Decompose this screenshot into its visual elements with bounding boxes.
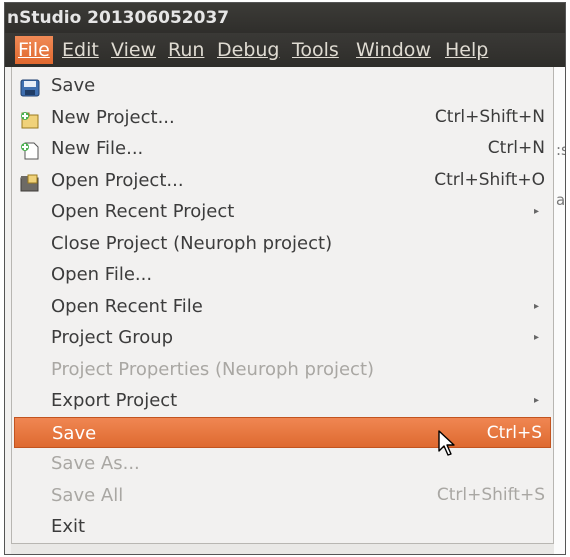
menu-file-label: File	[18, 39, 50, 61]
menu-item-label: New Project...	[51, 107, 175, 128]
menu-item-open-recent-file[interactable]: Open Recent File ▸	[14, 291, 553, 322]
menu-item-label: Export Project	[51, 390, 178, 411]
menu-window-label: Window	[356, 39, 431, 61]
menu-item-label: Exit	[51, 516, 86, 537]
menu-window[interactable]: Window	[353, 36, 434, 64]
menu-item-label: Project Properties (Neuroph project)	[51, 359, 375, 380]
menu-edit-label: Edit	[62, 39, 99, 61]
menu-item-label: Open File...	[51, 264, 153, 285]
application-window: nStudio 201306052037 File Edit View Run …	[4, 2, 566, 555]
menu-item-export-project[interactable]: Export Project ▸	[14, 385, 553, 416]
menu-run-label: Run	[168, 39, 205, 61]
menu-item-new-file[interactable]: New File... Ctrl+N	[14, 133, 553, 164]
menu-item-exit[interactable]: Exit	[14, 511, 553, 542]
background-status-strip	[11, 544, 554, 554]
new-file-icon	[20, 139, 40, 160]
mouse-pointer-icon	[438, 430, 455, 456]
menu-item-label: Save	[51, 75, 96, 96]
menu-item-shortcut: Ctrl+Shift+N	[434, 107, 545, 127]
menu-item-shortcut: Ctrl+Shift+S	[436, 485, 545, 505]
menu-debug-label: Debug	[217, 39, 280, 61]
menu-bar: File Edit View Run Debug Tools Window He…	[5, 33, 565, 67]
background-editor-edge: :s al	[553, 67, 565, 554]
menu-item-project-properties: Project Properties (Neuroph project)	[14, 354, 553, 385]
file-menu-dropdown: Save New Project... Ctrl+Shift+N New Fil…	[11, 67, 554, 544]
menu-item-label: Close Project (Neuroph project)	[51, 233, 333, 254]
menu-item-shortcut: Ctrl+Shift+O	[434, 170, 545, 190]
menu-view[interactable]: View	[108, 36, 159, 64]
menu-tools[interactable]: Tools	[289, 36, 342, 64]
menu-item-save-toolbar[interactable]: Save	[14, 70, 553, 101]
menu-file[interactable]: File	[15, 36, 53, 64]
menu-view-label: View	[111, 39, 157, 61]
new-project-icon	[20, 108, 40, 129]
menu-item-new-project[interactable]: New Project... Ctrl+Shift+N	[14, 102, 553, 133]
submenu-arrow-icon: ▸	[533, 395, 539, 406]
menu-item-shortcut: Ctrl+S	[486, 423, 542, 443]
submenu-arrow-icon: ▸	[533, 206, 539, 217]
menu-item-label: New File...	[51, 138, 144, 159]
menu-item-close-project[interactable]: Close Project (Neuroph project)	[14, 228, 553, 259]
menu-help-label: Help	[445, 39, 489, 61]
submenu-arrow-icon: ▸	[533, 301, 539, 312]
window-title: nStudio 201306052037	[5, 3, 565, 33]
menu-tools-label: Tools	[292, 39, 339, 61]
background-text-fragment: al	[556, 191, 566, 209]
menu-item-open-recent-project[interactable]: Open Recent Project ▸	[14, 196, 553, 227]
menu-item-label: Save	[52, 423, 97, 444]
menu-item-label: Open Project...	[51, 170, 184, 191]
menu-item-save[interactable]: Save Ctrl+S	[14, 417, 551, 448]
background-text-fragment: :s	[556, 141, 565, 159]
save-icon	[20, 76, 40, 97]
menu-item-save-all: Save All Ctrl+Shift+S	[14, 480, 553, 511]
menu-item-open-file[interactable]: Open File...	[14, 259, 553, 290]
menu-item-label: Open Recent File	[51, 296, 203, 317]
menu-item-open-project[interactable]: Open Project... Ctrl+Shift+O	[14, 165, 553, 196]
menu-item-label: Project Group	[51, 327, 174, 348]
menu-item-label: Save All	[51, 485, 124, 506]
menu-edit[interactable]: Edit	[59, 36, 102, 64]
menu-item-label: Open Recent Project	[51, 201, 235, 222]
menu-help[interactable]: Help	[442, 36, 491, 64]
menu-item-project-group[interactable]: Project Group ▸	[14, 322, 553, 353]
menu-item-save-as: Save As...	[14, 448, 553, 479]
menu-debug[interactable]: Debug	[214, 36, 282, 64]
submenu-arrow-icon: ▸	[533, 332, 539, 343]
menu-item-label: Save As...	[51, 453, 140, 474]
menu-item-shortcut: Ctrl+N	[487, 138, 545, 158]
open-project-icon	[20, 171, 40, 192]
menu-run[interactable]: Run	[165, 36, 207, 64]
